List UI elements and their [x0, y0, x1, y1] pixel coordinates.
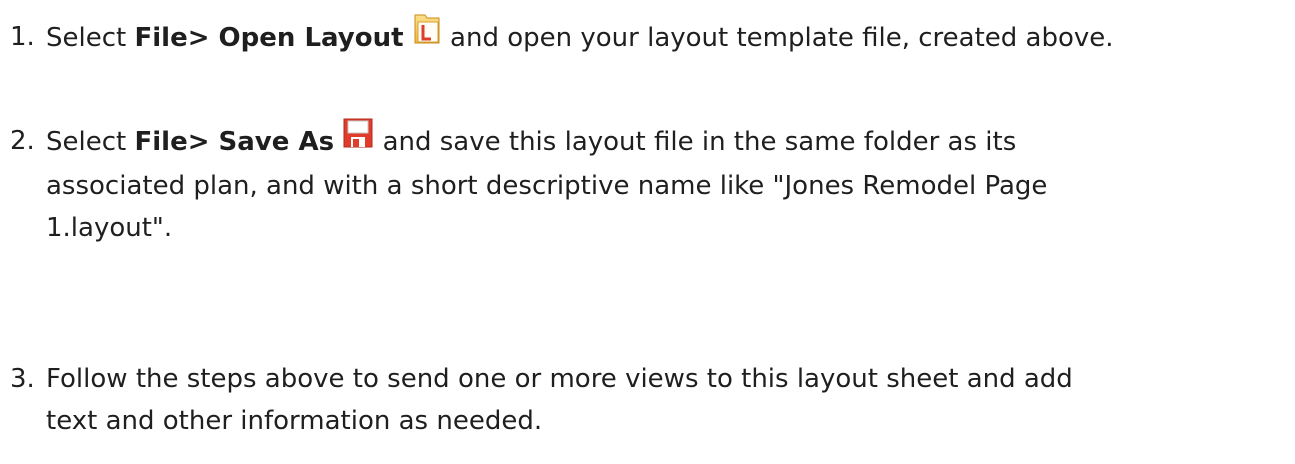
step-line: Follow the steps above to send one or mo…: [46, 364, 1073, 394]
step-suffix: and open your layout template file, crea…: [441, 23, 1114, 53]
step-text: Select File> Save As and save this layou…: [46, 117, 1286, 249]
step-suffix: and save this layout file in the same fo…: [374, 127, 1017, 157]
menu-command: File> Open Layout: [134, 23, 404, 53]
step-number: 3.: [10, 364, 35, 394]
step-text: Follow the steps above to send one or mo…: [46, 358, 1286, 442]
menu-command: File> Save As: [134, 127, 335, 157]
step-number: 2.: [10, 126, 35, 156]
step-prefix: Select: [46, 127, 135, 157]
save-as-icon: [342, 117, 374, 162]
step-line: associated plan, and with a short descri…: [46, 171, 1048, 201]
step-line: Select File> Save As and save this layou…: [46, 117, 1286, 165]
step-line: 1.layout".: [46, 213, 173, 243]
step-prefix: Select: [46, 23, 135, 53]
step-line: text and other information as needed.: [46, 406, 543, 436]
open-layout-icon: [412, 13, 442, 58]
step-text: Select File> Open Layout and open your l…: [46, 13, 1286, 61]
step-number: 1.: [10, 22, 35, 52]
step-line: Select File> Open Layout and open your l…: [46, 13, 1286, 61]
